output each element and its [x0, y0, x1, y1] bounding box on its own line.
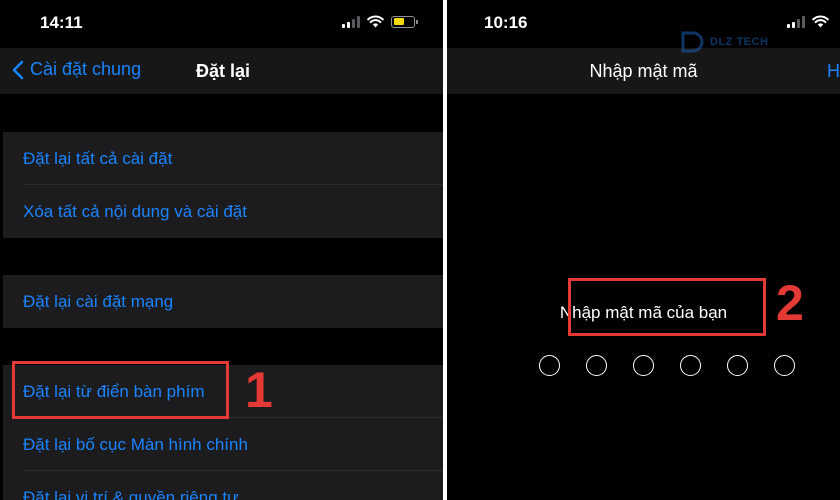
reset-all-settings-row[interactable]: Đặt lại tất cả cài đặt	[3, 132, 443, 185]
back-button-label: Cài đặt chung	[30, 59, 142, 79]
status-time: 14:11	[40, 13, 83, 32]
watermark-logo: DLZ TECH	[680, 28, 795, 56]
chevron-left-icon	[12, 60, 24, 79]
erase-all-content-row[interactable]: Xóa tất cả nội dung và cài đặt	[3, 185, 443, 238]
passcode-dot-icon	[727, 355, 748, 376]
passcode-dot-icon	[539, 355, 560, 376]
nav-edge-button[interactable]: H	[827, 61, 840, 82]
passcode-dot-icon	[586, 355, 607, 376]
cellular-signal-icon	[342, 15, 360, 28]
reset-location-privacy-row[interactable]: Đặt lại vị trí & quyền riêng tư	[3, 471, 443, 500]
passcode-dots	[539, 355, 795, 376]
wifi-icon	[367, 15, 384, 28]
page-title: Đặt lại	[196, 61, 251, 81]
back-button[interactable]: Cài đặt chung	[12, 59, 141, 80]
status-bar: 14:11	[0, 0, 443, 48]
reset-group-1: Đặt lại tất cả cài đặt Xóa tất cả nội du…	[3, 132, 443, 238]
step-number-1: 1	[245, 362, 273, 418]
step-number-2: 2	[776, 275, 804, 331]
status-icons	[342, 15, 418, 28]
passcode-dot-icon	[774, 355, 795, 376]
passcode-dot-icon	[680, 355, 701, 376]
battery-icon	[391, 15, 418, 28]
status-time: 10:16	[484, 13, 528, 32]
highlight-keyboard-dictionary	[12, 361, 229, 419]
wifi-icon	[812, 15, 829, 28]
nav-bar: Cài đặt chung Đặt lại	[0, 48, 443, 94]
page-title: Nhập mật mã	[589, 61, 698, 81]
watermark-text: DLZ TECH	[710, 36, 769, 48]
status-icons	[787, 15, 829, 28]
enter-passcode-screen: 10:16 Nhập mật mã H Nhập mật mã của bạn	[447, 0, 840, 500]
reset-home-screen-layout-row[interactable]: Đặt lại bố cục Màn hình chính	[3, 418, 443, 471]
logo-icon	[681, 31, 704, 53]
settings-reset-screen: 14:11 Cài đặt chung Đặt lại Đặt lại tất …	[0, 0, 443, 500]
cellular-signal-icon	[787, 15, 805, 28]
reset-network-settings-row[interactable]: Đặt lại cài đặt mạng	[3, 275, 443, 328]
highlight-passcode-prompt	[568, 278, 766, 336]
passcode-dot-icon	[633, 355, 654, 376]
reset-group-2: Đặt lại cài đặt mạng	[3, 275, 443, 328]
